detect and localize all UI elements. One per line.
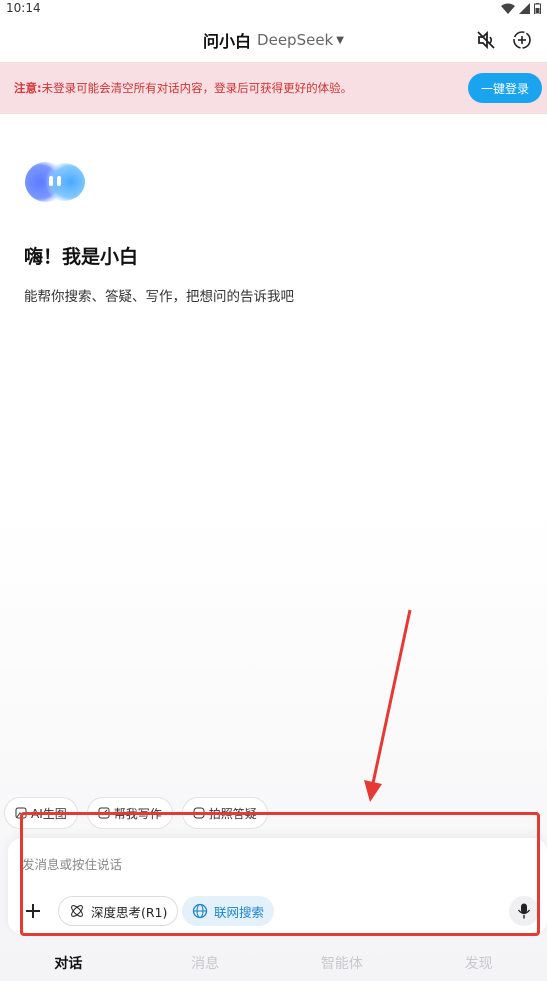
chip-label: 拍照答疑 bbox=[208, 806, 257, 821]
tab-messages[interactable]: 消息 bbox=[165, 953, 245, 973]
plus-icon bbox=[26, 904, 40, 918]
bot-avatar bbox=[25, 162, 85, 202]
chip-label: 帮我写作 bbox=[113, 806, 162, 821]
chip-label: AI生图 bbox=[31, 806, 67, 821]
microphone-icon bbox=[517, 903, 531, 919]
new-chat-icon[interactable] bbox=[510, 28, 534, 52]
signal-icon bbox=[519, 2, 530, 14]
login-notice-banner: 注意: 未登录可能会清空所有对话内容，登录后可获得更好的体验。 一键登录 bbox=[0, 62, 547, 114]
notice-label: 注意: bbox=[14, 81, 42, 95]
mute-icon[interactable] bbox=[474, 28, 498, 52]
chevron-down-icon[interactable]: ▼ bbox=[336, 35, 344, 46]
notice-text: 未登录可能会清空所有对话内容，登录后可获得更好的体验。 bbox=[41, 81, 353, 95]
app-header: 问小白 DeepSeek ▼ bbox=[0, 24, 547, 56]
app-title: 问小白 bbox=[203, 32, 252, 51]
globe-icon bbox=[192, 903, 208, 919]
chip-ai-image[interactable]: AI生图 bbox=[4, 797, 78, 829]
quick-action-chips: AI生图 帮我写作 拍照答疑 bbox=[4, 797, 268, 829]
voice-input-button[interactable] bbox=[509, 896, 539, 926]
tab-agents[interactable]: 智能体 bbox=[302, 953, 382, 973]
pen-icon bbox=[98, 807, 110, 819]
model-selector[interactable]: DeepSeek bbox=[257, 31, 333, 49]
annotation-arrow bbox=[364, 609, 412, 802]
one-click-login-button[interactable]: 一键登录 bbox=[468, 73, 542, 103]
web-search-toggle[interactable]: 联网搜索 bbox=[182, 896, 275, 926]
add-attachment-button[interactable] bbox=[22, 900, 44, 922]
wifi-icon bbox=[501, 3, 515, 14]
deep-think-toggle[interactable]: 深度思考(R1) bbox=[58, 896, 179, 926]
message-composer: 发消息或按住说话 深度思考(R1) 联网搜索 bbox=[8, 838, 547, 934]
tab-chat[interactable]: 对话 bbox=[28, 953, 108, 973]
web-search-label: 联网搜索 bbox=[214, 904, 265, 920]
deep-think-label: 深度思考(R1) bbox=[91, 904, 168, 920]
camera-icon bbox=[193, 807, 205, 819]
status-time: 10:14 bbox=[6, 1, 41, 15]
message-input[interactable]: 发消息或按住说话 bbox=[22, 854, 122, 873]
welcome-subtitle: 能帮你搜索、答疑、写作，把想问的告诉我吧 bbox=[24, 289, 294, 305]
battery-icon bbox=[534, 2, 541, 14]
bottom-tab-bar: 对话 消息 智能体 发现 bbox=[0, 944, 547, 981]
image-icon bbox=[15, 807, 27, 819]
status-bar: 10:14 bbox=[0, 0, 547, 16]
atom-icon bbox=[71, 905, 83, 917]
tab-discover[interactable]: 发现 bbox=[439, 953, 519, 973]
chip-help-write[interactable]: 帮我写作 bbox=[86, 797, 173, 829]
chip-photo-qa[interactable]: 拍照答疑 bbox=[181, 797, 268, 829]
welcome-greeting: 嗨！我是小白 bbox=[24, 246, 139, 268]
